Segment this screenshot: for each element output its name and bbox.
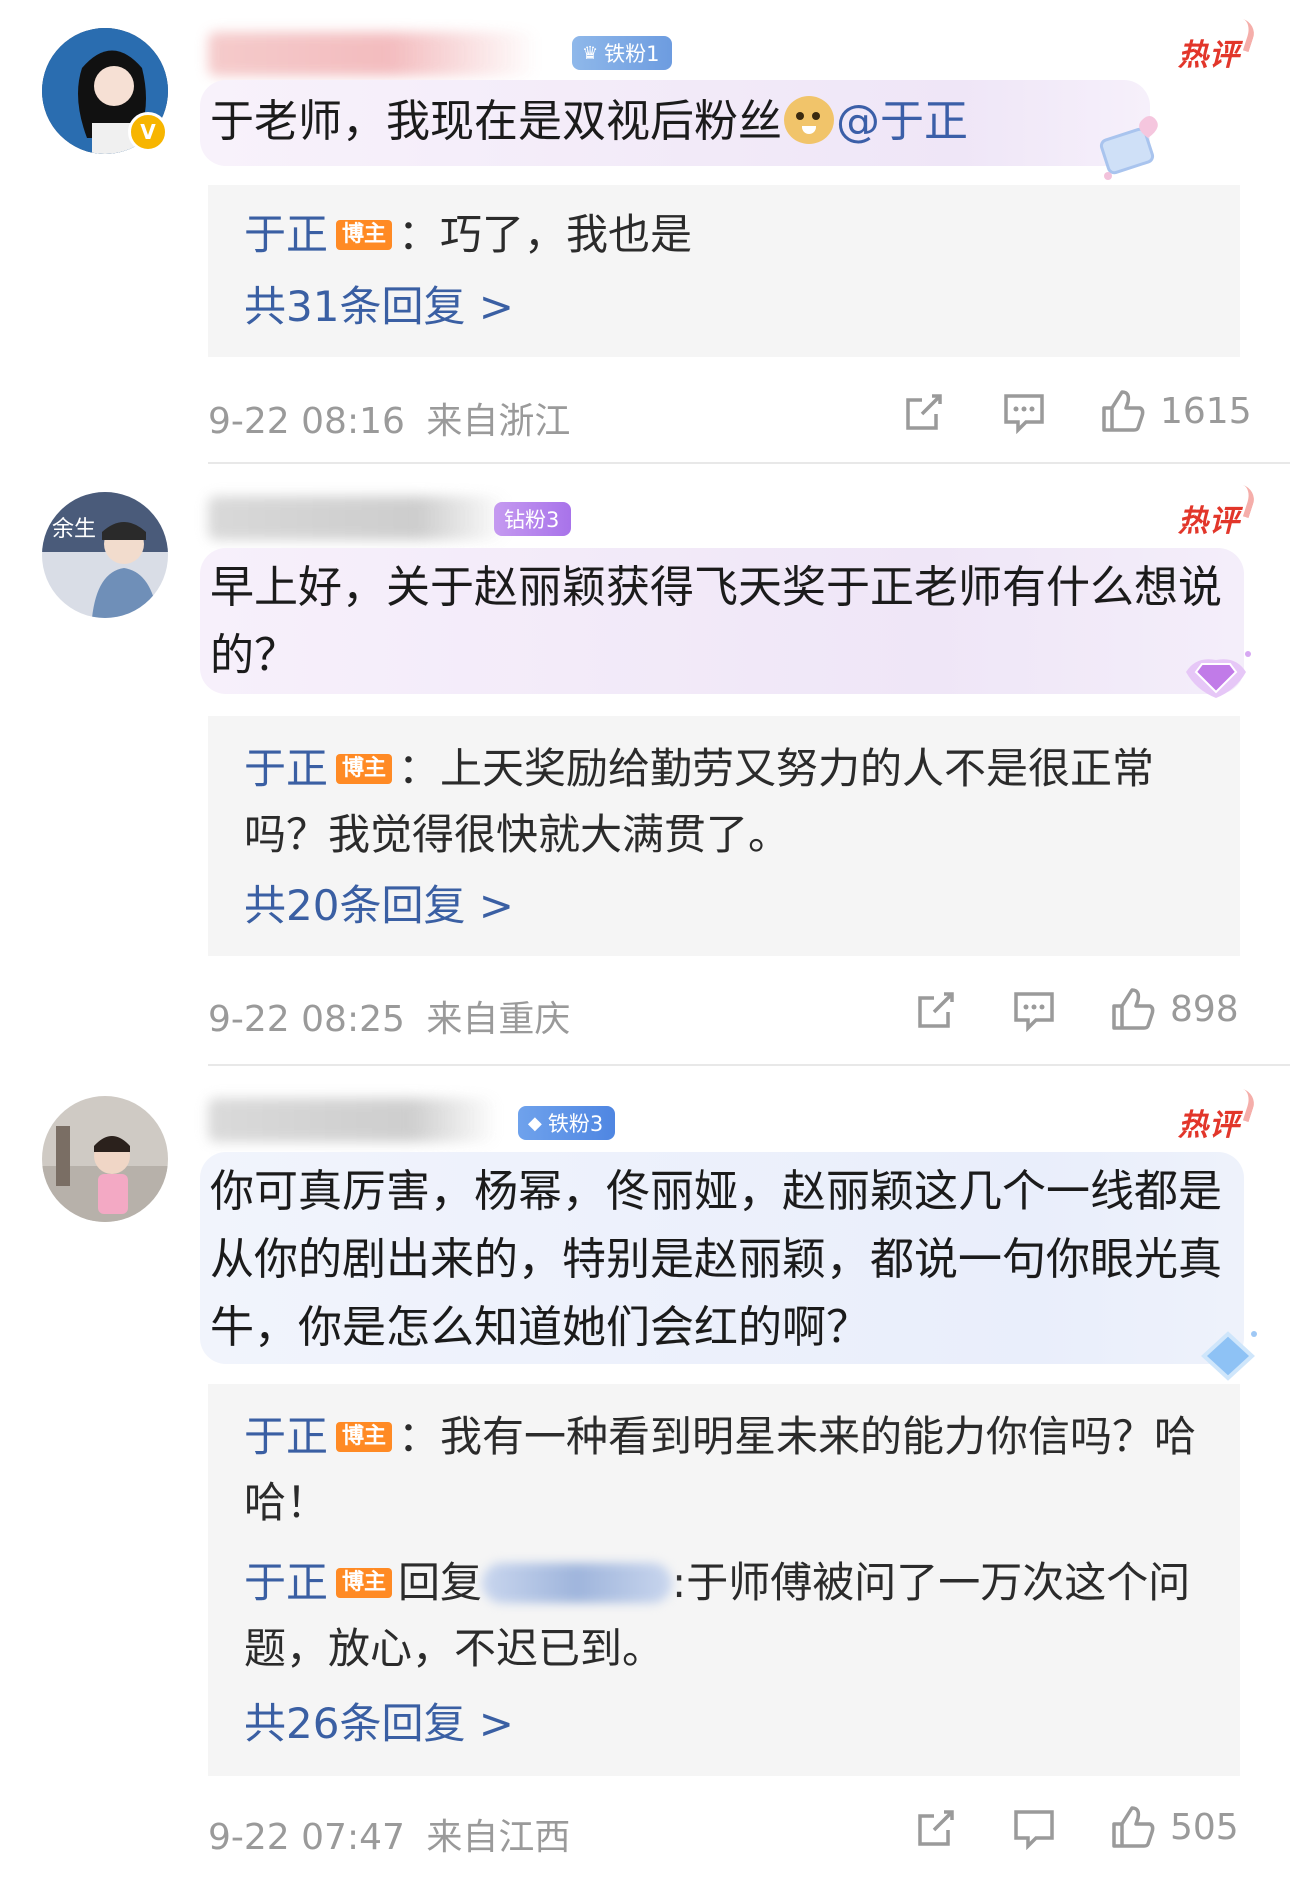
fan-badge: ♛ 铁粉1 — [572, 36, 672, 70]
reply-line: 于正 博主 回复:于师傅被问了一万次这个问题，放心，不迟已到。 — [244, 1558, 1191, 1673]
like-button[interactable]: 898 — [1110, 986, 1239, 1032]
like-count: 898 — [1170, 988, 1239, 1030]
comment-text: 于老师，我现在是双视后粉丝 @于正 — [210, 96, 968, 147]
comment-button[interactable] — [1002, 392, 1046, 434]
author-badge: 博主 — [336, 1422, 393, 1452]
like-button[interactable]: 1615 — [1100, 388, 1252, 434]
like-icon — [1112, 988, 1155, 1030]
share-button[interactable] — [902, 392, 944, 434]
share-icon — [918, 992, 954, 1028]
hot-comment-label: 热评 — [1178, 30, 1240, 74]
diamond-icon: ◆ — [528, 1112, 542, 1134]
comment-time: 9-22 08:25 — [208, 999, 405, 1040]
comment-text: 早上好，关于赵丽颖获得飞天奖于正老师有什么想说的？ — [210, 562, 1222, 681]
username-blurred[interactable] — [208, 32, 538, 76]
doge-emoji-icon — [784, 96, 834, 144]
mention-link[interactable]: @于正 — [836, 96, 968, 147]
comment-meta: 9-22 07:47 来自江西 — [208, 1808, 570, 1860]
hot-comment-label: 热评 — [1178, 496, 1240, 540]
reply-target-blurred[interactable] — [482, 1563, 673, 1603]
reply-line: 于正 博主 ：我有一种看到明星未来的能力你信吗？哈哈！ — [244, 1412, 1197, 1527]
like-icon — [1102, 390, 1145, 432]
like-button[interactable]: 505 — [1110, 1804, 1239, 1850]
divider — [208, 1064, 1290, 1066]
share-icon — [918, 1810, 954, 1846]
reply-author-name[interactable]: 于正 — [244, 1558, 328, 1607]
reply-author-name[interactable]: 于正 — [244, 1412, 328, 1461]
comment-meta: 9-22 08:16 来自浙江 — [208, 392, 570, 444]
share-icon — [906, 394, 942, 430]
hot-comment-label: 热评 — [1178, 1100, 1240, 1144]
reply-box[interactable]: 于正 博主 ：上天奖励给勤劳又努力的人不是很正常吗？我觉得很快就大满贯了。 共20条… — [208, 716, 1240, 956]
author-badge: 博主 — [336, 220, 393, 250]
fan-badge: 钻粉3 — [494, 502, 572, 536]
divider — [208, 462, 1290, 464]
comment-text: 你可真厉害，杨幂，佟丽娅，赵丽颖这几个一线都是从你的剧出来的，特别是赵丽颖，都说… — [210, 1166, 1222, 1353]
comment-icon — [1014, 1810, 1054, 1850]
username-blurred[interactable] — [208, 1098, 498, 1142]
verified-icon: V — [128, 112, 168, 152]
reply-line: 于正 博主 ：巧了，我也是 — [244, 210, 693, 259]
comment-button[interactable] — [1012, 990, 1056, 1032]
avatar[interactable] — [42, 1096, 168, 1222]
comment-icon — [1004, 394, 1044, 434]
fan-badge: ◆ 铁粉3 — [518, 1106, 616, 1140]
comment-location: 来自江西 — [426, 1817, 571, 1858]
reply-box[interactable]: 于正 博主 ：巧了，我也是 共31条回复 > — [208, 185, 1240, 357]
crown-icon: ♛ — [582, 42, 599, 64]
share-button[interactable] — [914, 990, 956, 1032]
view-replies-link[interactable]: 共20条回复 > — [244, 876, 1210, 936]
comment-button[interactable] — [1012, 1808, 1056, 1850]
comment-icon — [1014, 992, 1054, 1032]
view-replies-link[interactable]: 共31条回复 > — [244, 277, 1210, 337]
share-button[interactable] — [914, 1808, 956, 1850]
username-blurred[interactable] — [208, 496, 508, 540]
like-icon — [1112, 1806, 1155, 1848]
comment-time: 9-22 07:47 — [208, 1817, 405, 1858]
comment-meta: 9-22 08:25 来自重庆 — [208, 990, 570, 1042]
comment-time: 9-22 08:16 — [208, 401, 405, 442]
comment-location: 来自浙江 — [426, 401, 571, 442]
like-count: 1615 — [1160, 390, 1252, 432]
svg-text:余生: 余生 — [52, 516, 96, 541]
reply-author-name[interactable]: 于正 — [244, 744, 328, 793]
like-count: 505 — [1170, 1806, 1239, 1848]
comment-location: 来自重庆 — [426, 999, 571, 1040]
view-replies-link[interactable]: 共26条回复 > — [244, 1694, 1210, 1754]
watermark — [960, 1850, 1290, 1883]
reply-box[interactable]: 于正 博主 ：我有一种看到明星未来的能力你信吗？哈哈！ 于正 博主 回复:于师傅被问了一… — [208, 1384, 1240, 1776]
reply-author-name[interactable]: 于正 — [244, 210, 328, 259]
reply-line: 于正 博主 ：上天奖励给勤劳又努力的人不是很正常吗？我觉得很快就大满贯了。 — [244, 744, 1155, 859]
avatar[interactable]: 余生 — [42, 492, 168, 618]
author-badge: 博主 — [336, 754, 393, 784]
author-badge: 博主 — [336, 1568, 393, 1598]
